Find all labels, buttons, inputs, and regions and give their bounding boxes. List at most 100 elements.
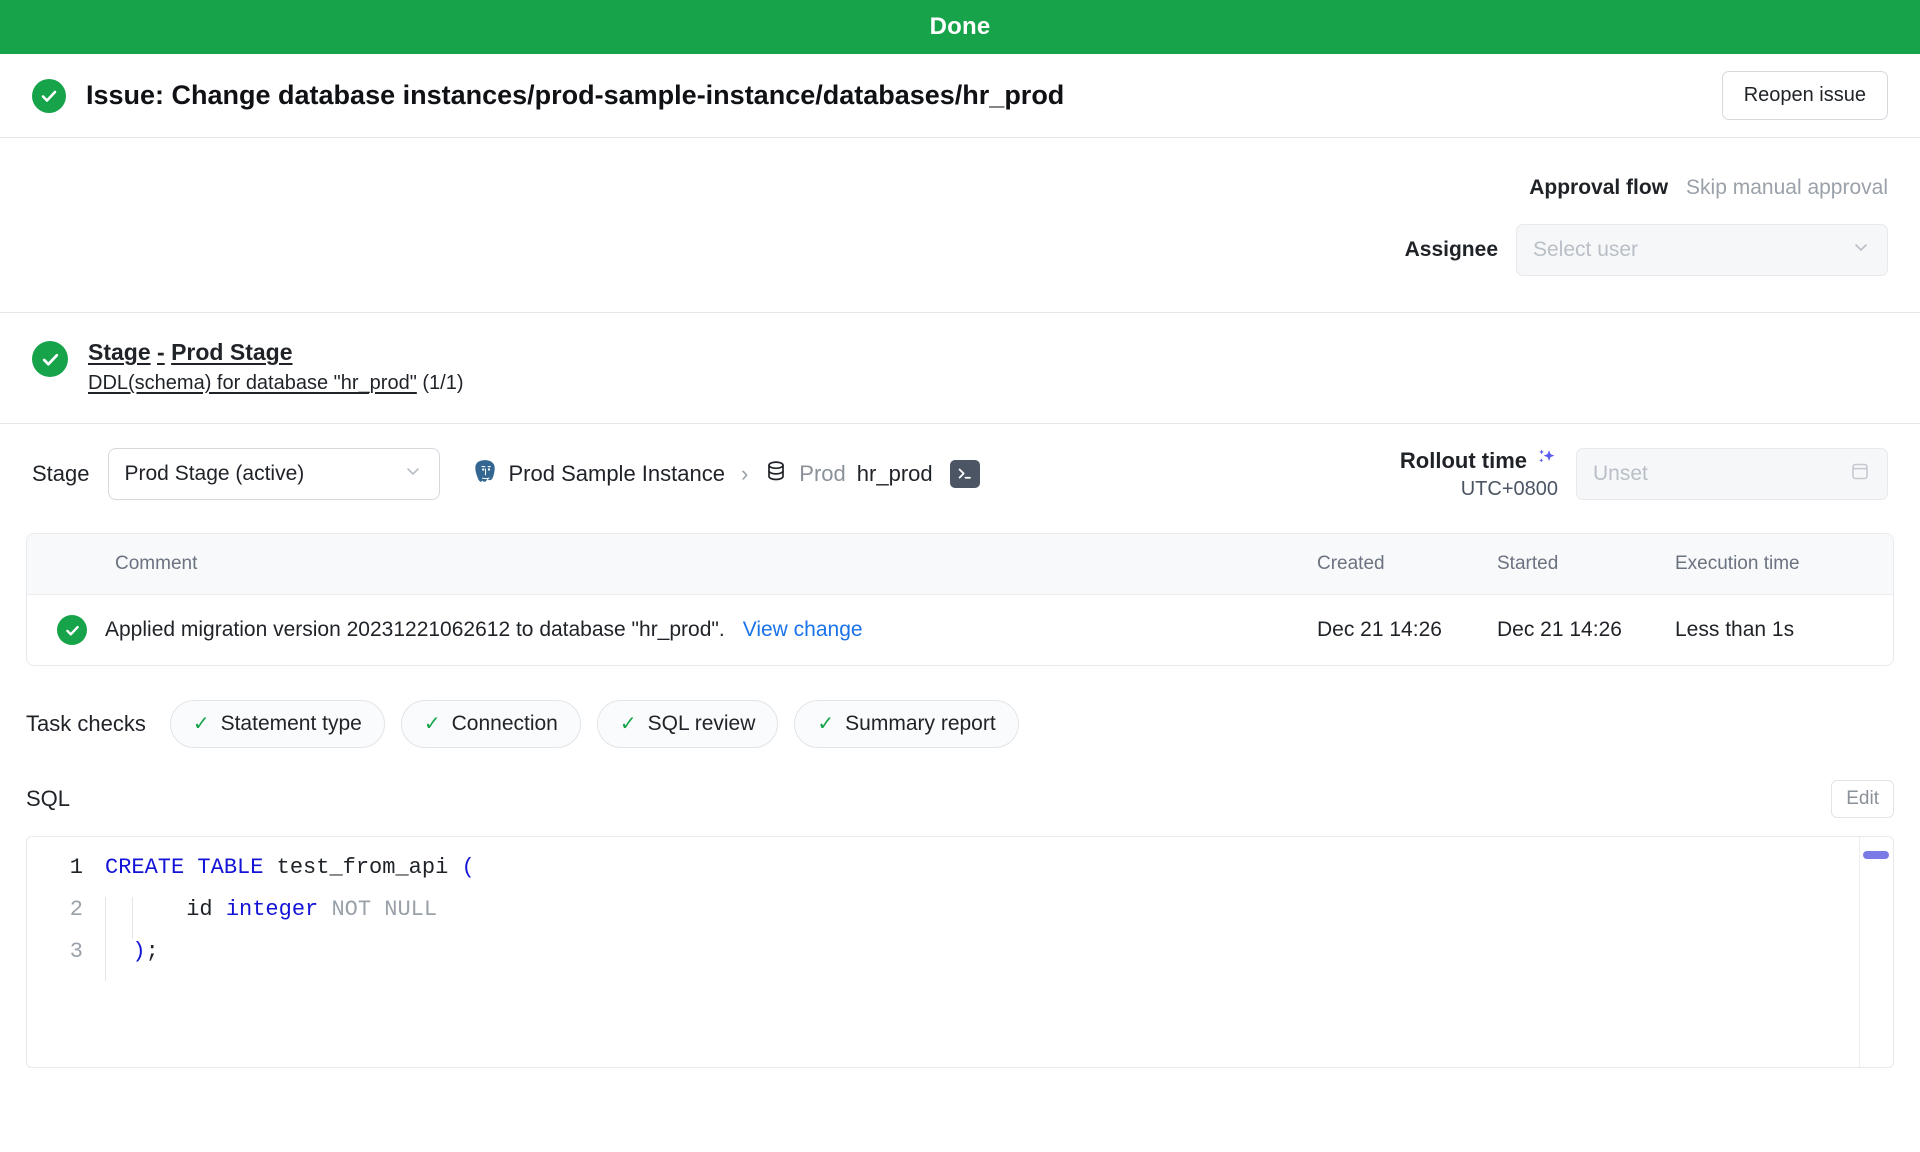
check-circle-icon <box>57 615 87 645</box>
table-row: Applied migration version 20231221062612… <box>27 595 1893 666</box>
task-check-label: Summary report <box>845 712 996 736</box>
sql-editor-scrollbar[interactable] <box>1859 837 1893 1067</box>
cell-execution-time: Less than 1s <box>1675 595 1893 666</box>
postgresql-icon <box>472 458 498 489</box>
view-change-link[interactable]: View change <box>743 618 863 642</box>
column-header-created: Created <box>1317 534 1497 595</box>
table-header: Comment Created Started Execution time <box>27 534 1893 595</box>
database-icon <box>764 459 788 488</box>
comment-text: Applied migration version 20231221062612… <box>105 618 725 642</box>
breadcrumb-separator-icon: › <box>741 461 748 487</box>
stage-summary-task: DDL(schema) for database "hr_prod" (1/1) <box>88 372 464 395</box>
sql-code-body: 1CREATE TABLE test_from_api (2 id intege… <box>27 855 1893 981</box>
sql-token: id <box>133 897 225 922</box>
rollout-labels: Rollout time UTC+0800 <box>1400 446 1558 501</box>
stage-name-link[interactable]: Prod Stage <box>171 339 292 365</box>
sql-code-text: ); <box>106 939 159 964</box>
check-icon: ✓ <box>817 714 834 734</box>
chevron-down-icon <box>1851 237 1871 263</box>
check-circle-icon <box>32 341 68 377</box>
sql-line-number: 1 <box>27 855 105 880</box>
sql-token: test_from_api <box>263 855 461 880</box>
task-runs-table: Comment Created Started Execution time A… <box>26 533 1894 666</box>
chevron-down-icon <box>403 461 423 487</box>
assignee-select[interactable]: Select user <box>1516 224 1888 276</box>
issue-status-banner: Done <box>0 0 1920 54</box>
instance-name[interactable]: Prod Sample Instance <box>509 461 725 487</box>
sql-label: SQL <box>26 786 70 812</box>
environment-label: Prod <box>799 461 845 487</box>
rollout-time-group: Rollout time UTC+0800 Unset <box>1400 446 1888 501</box>
sql-token: integer <box>226 897 318 922</box>
rollout-timezone: UTC+0800 <box>1461 478 1558 501</box>
stage-task-count-value: (1/1) <box>422 372 463 394</box>
calendar-icon <box>1849 460 1871 488</box>
cell-created: Dec 21 14:26 <box>1317 595 1497 666</box>
table-body: Applied migration version 20231221062612… <box>27 595 1893 666</box>
issue-meta-panel: Approval flow Skip manual approval Assig… <box>0 138 1920 313</box>
task-check-summary-report[interactable]: ✓ Summary report <box>794 700 1018 748</box>
edit-sql-button[interactable]: Edit <box>1831 780 1894 818</box>
sql-line-number: 2 <box>27 897 105 922</box>
stage-select-label: Stage <box>32 461 90 487</box>
page-title: Issue: Change database instances/prod-sa… <box>86 80 1064 111</box>
sql-code-line: 1CREATE TABLE test_from_api ( <box>27 855 1893 897</box>
rollout-time-input[interactable]: Unset <box>1576 448 1888 500</box>
stage-dropdown[interactable]: Prod Stage (active) <box>108 448 440 500</box>
database-name[interactable]: hr_prod <box>857 461 933 487</box>
task-check-label: SQL review <box>648 712 756 736</box>
check-circle-icon <box>32 79 66 113</box>
check-icon: ✓ <box>193 714 210 734</box>
rollout-time-label: Rollout time <box>1400 448 1527 474</box>
table-header-row: Comment Created Started Execution time <box>27 534 1893 595</box>
cell-comment: Applied migration version 20231221062612… <box>27 595 1317 665</box>
sql-section-header: SQL Edit <box>0 748 1920 818</box>
indent-space <box>106 897 132 922</box>
task-check-connection[interactable]: ✓ Connection <box>401 700 581 748</box>
stage-task-link[interactable]: DDL(schema) for database "hr_prod" <box>88 372 417 394</box>
sql-token: NOT NULL <box>331 897 437 922</box>
rollout-time-title: Rollout time <box>1400 446 1558 476</box>
stage-word-link[interactable]: Stage <box>88 339 151 365</box>
check-icon: ✓ <box>424 714 441 734</box>
assignee-placeholder: Select user <box>1533 238 1638 262</box>
task-check-label: Statement type <box>221 712 362 736</box>
approval-flow-value: Skip manual approval <box>1686 176 1888 200</box>
issue-status-text: Done <box>930 13 991 41</box>
sql-token <box>106 939 132 964</box>
sql-code-text: id integer NOT NULL <box>133 897 437 922</box>
stage-summary-title: Stage - Prod Stage <box>88 339 464 366</box>
column-header-comment: Comment <box>27 534 1317 595</box>
sparkles-icon <box>1534 446 1558 476</box>
assignee-label: Assignee <box>1405 238 1498 262</box>
sql-token: ; <box>146 939 159 964</box>
task-check-label: Connection <box>452 712 558 736</box>
approval-flow-label: Approval flow <box>1529 176 1668 200</box>
assignee-row: Assignee Select user <box>1405 224 1888 276</box>
stage-dropdown-value: Prod Stage (active) <box>125 462 305 486</box>
sql-token: CREATE <box>105 855 184 880</box>
sql-editor[interactable]: 1CREATE TABLE test_from_api (2 id intege… <box>26 836 1894 1068</box>
approval-flow-row: Approval flow Skip manual approval <box>1529 176 1888 200</box>
sql-editor-scroll-thumb[interactable] <box>1863 851 1889 859</box>
task-check-sql-review[interactable]: ✓ SQL review <box>597 700 779 748</box>
stage-selector-row: Stage Prod Stage (active) Prod Sample In… <box>0 424 1920 519</box>
check-icon: ✓ <box>620 714 637 734</box>
terminal-icon[interactable] <box>950 460 980 488</box>
column-header-execution-time: Execution time <box>1675 534 1893 595</box>
task-checks-label: Task checks <box>26 711 146 737</box>
task-check-statement-type[interactable]: ✓ Statement type <box>170 700 385 748</box>
task-checks-row: Task checks ✓ Statement type ✓ Connectio… <box>0 666 1920 748</box>
rollout-time-placeholder: Unset <box>1593 462 1648 486</box>
task-runs-table-element: Comment Created Started Execution time A… <box>27 534 1893 665</box>
column-header-started: Started <box>1497 534 1675 595</box>
issue-header: Issue: Change database instances/prod-sa… <box>0 54 1920 138</box>
breadcrumb: Prod Sample Instance › Prod hr_prod <box>472 458 980 489</box>
sql-line-number: 3 <box>27 939 105 964</box>
reopen-issue-button[interactable]: Reopen issue <box>1722 71 1888 120</box>
sql-token: TABLE <box>197 855 263 880</box>
sql-code-line: 2 id integer NOT NULL <box>27 897 1893 939</box>
sql-token: ) <box>132 939 145 964</box>
sql-code-text: CREATE TABLE test_from_api ( <box>105 855 475 880</box>
stage-dash[interactable]: - <box>157 339 165 365</box>
